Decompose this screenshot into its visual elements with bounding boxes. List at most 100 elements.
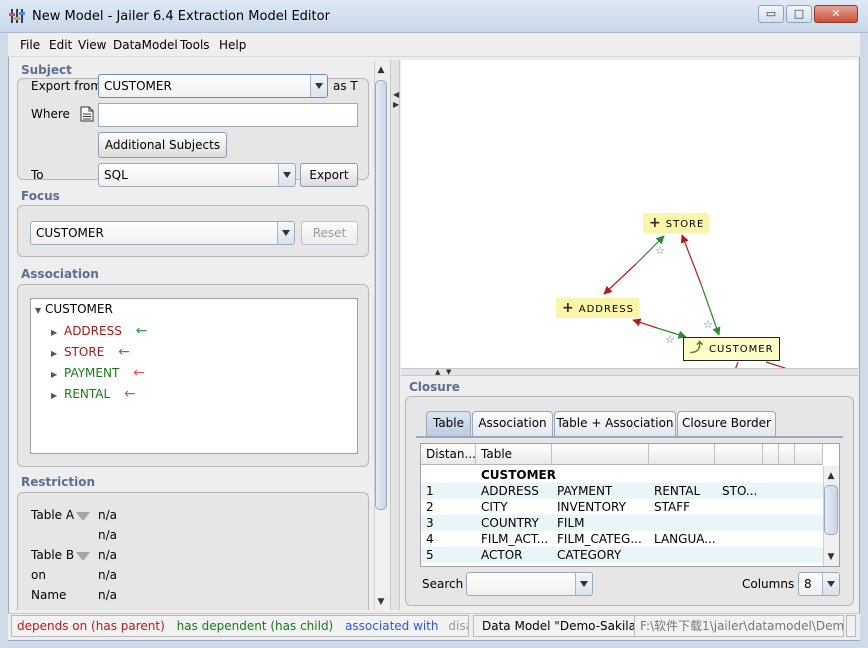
data-model-path: F:\软件下载1\jailer\datamodel\Dem... xyxy=(634,615,844,637)
collapse-right-icon[interactable]: ▶ xyxy=(393,100,399,109)
to-select[interactable]: SQL xyxy=(98,163,296,187)
reset-button[interactable]: Reset xyxy=(301,221,358,245)
tree-item-rental[interactable]: ▶ RENTAL ← xyxy=(51,386,136,402)
scrollbar-thumb[interactable] xyxy=(375,80,387,510)
to-label: To xyxy=(31,168,44,182)
export-from-value: CUSTOMER xyxy=(104,79,172,93)
root-arrow-icon: ⤴ xyxy=(690,341,705,356)
status-spacer xyxy=(846,615,856,637)
menu-tools[interactable]: Tools xyxy=(180,38,210,52)
vertical-splitter[interactable] xyxy=(390,60,400,610)
menu-edit[interactable]: Edit xyxy=(49,38,72,52)
on-value: n/a xyxy=(98,568,118,582)
name-label: Name xyxy=(31,588,67,602)
menu-file[interactable]: File xyxy=(20,38,40,52)
where-input[interactable] xyxy=(98,103,358,127)
tab-closure-border[interactable]: Closure Border xyxy=(677,411,776,436)
plus-icon[interactable]: + xyxy=(649,215,662,231)
graph-node-label: ADDRESS xyxy=(578,304,634,315)
tab-association[interactable]: Association xyxy=(472,411,553,436)
scroll-down-icon[interactable]: ▼ xyxy=(824,550,838,564)
table-row[interactable]: 3 COUNTRY FILM xyxy=(421,515,823,531)
collapsed-triangle-icon[interactable]: ▶ xyxy=(51,370,57,379)
collapsed-triangle-icon[interactable]: ▶ xyxy=(51,349,57,358)
graph-canvas[interactable]: ☆ ☆ ☆ + STORE + ADDRESS ⤴ CUSTOMER xyxy=(401,60,858,368)
menu-view[interactable]: View xyxy=(78,38,106,52)
table-cell: 1 xyxy=(426,484,434,498)
scrollbar-thumb[interactable] xyxy=(824,485,838,535)
tab-table-association[interactable]: Table + Association xyxy=(554,411,676,436)
columns-select[interactable]: 8 xyxy=(798,572,840,596)
expanded-triangle-icon[interactable]: ▼ xyxy=(35,306,41,315)
column-header[interactable] xyxy=(552,444,649,465)
plus-icon[interactable]: + xyxy=(562,300,575,316)
document-icon[interactable] xyxy=(80,106,94,122)
chevron-down-icon xyxy=(310,75,327,97)
collapse-left-icon[interactable]: ◀ xyxy=(393,90,399,99)
collapsed-triangle-icon[interactable]: ▶ xyxy=(51,328,57,337)
export-button[interactable]: Export xyxy=(300,163,358,187)
legend-depends-on: depends on (has parent) xyxy=(17,619,165,633)
table-cell: LANGUA... xyxy=(654,532,716,546)
restriction-section-title: Restriction xyxy=(21,475,96,489)
tree-item-label: ADDRESS xyxy=(63,324,122,338)
chevron-down-icon xyxy=(575,573,592,595)
tree-item-payment[interactable]: ▶ PAYMENT ← xyxy=(51,365,145,381)
graph-node-label: CUSTOMER xyxy=(709,344,774,355)
graph-node-customer[interactable]: ⤴ CUSTOMER xyxy=(683,337,780,361)
tree-item-store[interactable]: ▶ STORE ← xyxy=(51,344,130,360)
subject-section-title: Subject xyxy=(21,63,72,77)
graph-node-store[interactable]: + STORE xyxy=(643,213,710,233)
table-cell: FILM_ACT... xyxy=(481,532,549,546)
column-header[interactable] xyxy=(779,444,795,465)
tree-item-label: PAYMENT xyxy=(63,366,120,380)
column-header[interactable] xyxy=(715,444,763,465)
additional-subjects-button[interactable]: Additional Subjects xyxy=(98,132,227,158)
chevron-down-icon xyxy=(822,573,839,595)
table-row[interactable]: 2 CITY INVENTORY STAFF xyxy=(421,499,823,515)
collapse-up-icon[interactable]: ▲ xyxy=(435,368,440,376)
collapse-down-icon[interactable]: ▼ xyxy=(446,368,451,376)
scroll-up-icon[interactable]: ▲ xyxy=(374,63,388,77)
horizontal-splitter[interactable] xyxy=(401,368,858,376)
focus-select[interactable]: CUSTOMER xyxy=(30,221,295,245)
tree-root-label: CUSTOMER xyxy=(44,302,113,316)
table-b-value: n/a xyxy=(98,548,118,562)
scroll-up-icon[interactable]: ▲ xyxy=(824,469,838,483)
table-cell: RENTAL xyxy=(654,484,701,498)
table-row[interactable]: 1 ADDRESS PAYMENT RENTAL STO... xyxy=(421,483,823,499)
column-header[interactable] xyxy=(649,444,715,465)
collapsed-triangle-icon[interactable]: ▶ xyxy=(51,391,57,400)
maximize-button[interactable]: □ xyxy=(786,5,812,23)
table-cell: 3 xyxy=(426,516,434,530)
focus-value: CUSTOMER xyxy=(36,226,104,240)
scroll-down-icon[interactable]: ▼ xyxy=(374,595,388,609)
star-icon: ☆ xyxy=(665,333,675,346)
star-icon: ☆ xyxy=(655,244,665,257)
column-header[interactable] xyxy=(763,444,779,465)
legend-cell: depends on (has parent) has dependent (h… xyxy=(11,615,469,637)
table-cell: CITY xyxy=(481,500,508,514)
table-row[interactable]: 4 FILM_ACT... FILM_CATEG... LANGUA... xyxy=(421,531,823,547)
tree-item-address[interactable]: ▶ ADDRESS ← xyxy=(51,323,147,339)
menu-datamodel[interactable]: DataModel xyxy=(113,38,178,52)
tab-table[interactable]: Table xyxy=(426,411,471,436)
menu-help[interactable]: Help xyxy=(219,38,246,52)
column-header[interactable] xyxy=(795,444,823,465)
arrow-left-icon: ← xyxy=(133,365,145,381)
column-header-distance[interactable]: Distan... xyxy=(421,444,476,465)
graph-node-address[interactable]: + ADDRESS xyxy=(556,298,639,318)
minimize-button[interactable]: ▭ xyxy=(758,5,784,23)
table-cell: COUNTRY xyxy=(481,516,539,530)
table-a-label: Table A xyxy=(31,508,75,522)
close-button[interactable]: ✕ xyxy=(814,5,858,23)
export-from-label: Export from xyxy=(31,79,103,93)
table-row[interactable]: CUSTOMER xyxy=(421,467,823,483)
window-title: New Model - Jailer 6.4 Extraction Model … xyxy=(32,9,330,24)
search-select[interactable] xyxy=(466,572,593,596)
column-header-table[interactable]: Table xyxy=(476,444,552,465)
chevron-down-icon xyxy=(277,222,294,244)
table-row[interactable]: 5 ACTOR CATEGORY xyxy=(421,547,823,563)
export-from-select[interactable]: CUSTOMER xyxy=(98,74,328,98)
tree-root[interactable]: ▼ CUSTOMER xyxy=(35,302,113,316)
